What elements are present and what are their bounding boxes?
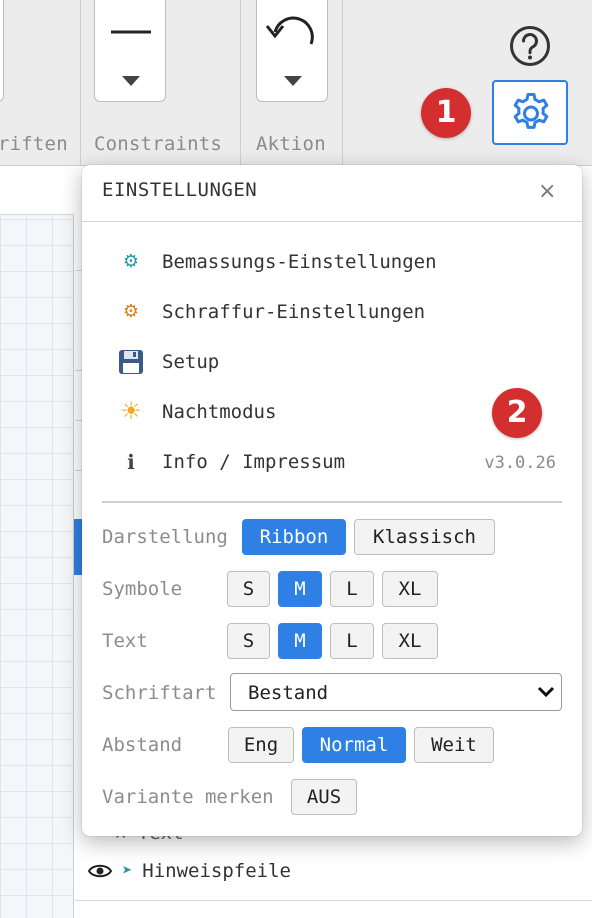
panel-divider bbox=[75, 900, 592, 901]
option-label-text: Text bbox=[102, 630, 148, 652]
darstellung-klassisch-button[interactable]: Klassisch bbox=[354, 519, 495, 555]
settings-button[interactable] bbox=[492, 80, 568, 145]
symbole-s-button[interactable]: S bbox=[227, 571, 270, 607]
menu-item-setup[interactable]: Setup bbox=[116, 343, 556, 383]
chevron-down-icon bbox=[537, 686, 555, 698]
gear-icon bbox=[513, 93, 549, 129]
sun-icon: ☀ bbox=[120, 397, 142, 425]
step-badge-2: 2 bbox=[492, 388, 542, 438]
layer-label: Hinweispfeile bbox=[142, 860, 291, 882]
option-label-symbole: Symbole bbox=[102, 578, 183, 600]
constraint-dropdown-button[interactable] bbox=[94, 0, 166, 102]
undo-icon bbox=[265, 16, 314, 45]
option-label-darstellung: Darstellung bbox=[102, 526, 228, 548]
menu-item-schraffur[interactable]: ⚙ Schraffur-Einstellungen bbox=[116, 293, 556, 333]
menu-item-label: Schraffur-Einstellungen bbox=[162, 301, 426, 323]
floppy-disk-icon bbox=[116, 347, 146, 381]
font-select-value: Bestand bbox=[248, 682, 329, 704]
menu-item-label: Info / Impressum bbox=[162, 451, 346, 473]
action-dropdown-button[interactable] bbox=[256, 0, 328, 102]
text-xl-button[interactable]: XL bbox=[382, 623, 438, 659]
step-badge-1: 1 bbox=[421, 88, 471, 138]
menu-item-label: Bemassungs-Einstellungen bbox=[162, 251, 437, 273]
ribbon-toolbar: riften Constraints Aktion 1 bbox=[0, 0, 592, 166]
darstellung-ribbon-button[interactable]: Ribbon bbox=[242, 519, 346, 555]
selection-indicator bbox=[74, 519, 82, 575]
group-label-schriften: riften bbox=[0, 133, 68, 155]
abstand-weit-button[interactable]: Weit bbox=[414, 727, 494, 763]
ribbon-separator bbox=[342, 0, 343, 166]
text-l-button[interactable]: L bbox=[330, 623, 374, 659]
symbole-xl-button[interactable]: XL bbox=[382, 571, 438, 607]
option-label-abstand: Abstand bbox=[102, 734, 183, 756]
menu-item-label: Setup bbox=[162, 351, 220, 373]
font-select[interactable]: Bestand bbox=[230, 673, 562, 711]
ribbon-separator bbox=[80, 0, 81, 166]
ribbon-partial-button[interactable] bbox=[0, 0, 4, 102]
canvas-tab-bar bbox=[0, 167, 74, 215]
info-icon: ℹ bbox=[127, 450, 135, 474]
menu-item-nachtmodus[interactable]: ☀ Nachtmodus bbox=[116, 393, 556, 433]
symbole-l-button[interactable]: L bbox=[330, 571, 374, 607]
dialog-title: EINSTELLUNGEN bbox=[102, 179, 258, 201]
menu-item-info[interactable]: ℹ Info / Impressum v3.0.26 bbox=[116, 443, 556, 483]
arrow-icon: ➤ bbox=[122, 861, 133, 881]
dialog-header: EINSTELLUNGEN × bbox=[82, 165, 582, 222]
variante-toggle-button[interactable]: AUS bbox=[291, 779, 357, 815]
option-label-variante: Variante merken bbox=[102, 786, 274, 808]
gear-orange-icon: ⚙ bbox=[122, 301, 140, 322]
version-label: v3.0.26 bbox=[484, 453, 556, 473]
horizontal-line-icon bbox=[111, 30, 151, 34]
option-label-schriftart: Schriftart bbox=[102, 682, 217, 704]
menu-item-bemassung[interactable]: ⚙ Bemassungs-Einstellungen bbox=[116, 243, 556, 283]
abstand-eng-button[interactable]: Eng bbox=[228, 727, 294, 763]
ribbon-separator bbox=[240, 0, 241, 166]
close-icon[interactable]: × bbox=[538, 179, 556, 204]
chevron-down-icon bbox=[284, 76, 302, 86]
help-circle-icon[interactable] bbox=[508, 24, 552, 68]
abstand-normal-button[interactable]: Normal bbox=[302, 727, 406, 763]
eye-icon[interactable] bbox=[88, 862, 112, 880]
settings-dialog: EINSTELLUNGEN × ⚙ Bemassungs-Einstellung… bbox=[82, 165, 582, 836]
group-label-constraints: Constraints bbox=[94, 133, 223, 155]
dialog-divider bbox=[102, 501, 562, 503]
group-label-aktion: Aktion bbox=[256, 133, 326, 155]
gear-teal-icon: ⚙ bbox=[122, 251, 140, 272]
menu-item-label: Nachtmodus bbox=[162, 401, 277, 423]
symbole-m-button[interactable]: M bbox=[278, 571, 322, 607]
drawing-canvas[interactable] bbox=[0, 167, 74, 918]
layer-row-hinweispfeile[interactable]: ➤ Hinweispfeile bbox=[88, 855, 291, 887]
text-s-button[interactable]: S bbox=[227, 623, 270, 659]
text-m-button[interactable]: M bbox=[278, 623, 322, 659]
chevron-down-icon bbox=[122, 76, 140, 86]
